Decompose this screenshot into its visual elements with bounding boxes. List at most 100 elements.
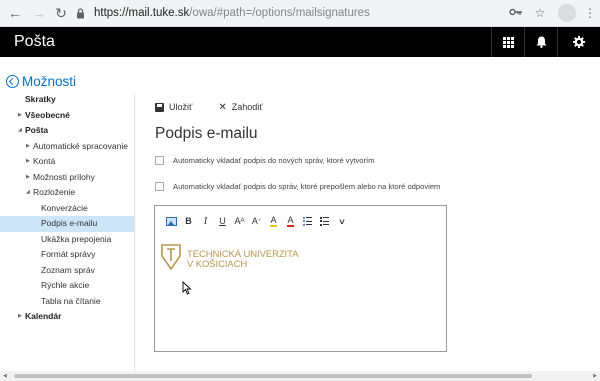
scrollbar-thumb[interactable]	[14, 374, 532, 378]
numbered-list-icon[interactable]	[316, 214, 333, 228]
options-sidebar: Skratky ▶ Všeobecné ◢ Pošta ▶ Automatické spra…	[0, 92, 134, 325]
sidebar-item-label: Zoznam správ	[41, 264, 95, 275]
signature-toolbar: Uložiť ✕ Zahodiť	[155, 100, 289, 114]
back-arrow-icon[interactable]: ←	[6, 4, 24, 22]
gear-icon[interactable]	[557, 27, 600, 57]
sidebar-item-konta[interactable]: ▶ Kontá	[0, 154, 134, 170]
app-header: Pošta	[0, 27, 600, 57]
page-title: Podpis e-mailu	[155, 125, 258, 142]
bell-icon[interactable]	[524, 27, 557, 57]
highlight-button[interactable]: A	[265, 214, 282, 228]
auto-signature-forward-option[interactable]: Automaticky vkladať podpis do správ, kto…	[155, 182, 440, 191]
save-button[interactable]: Uložiť	[155, 102, 192, 112]
save-label: Uložiť	[169, 102, 193, 112]
sidebar-item-label: Kalendár	[25, 311, 62, 321]
collapsed-caret-icon[interactable]: ▶	[26, 139, 30, 155]
sidebar-item-label: Pošta	[25, 125, 49, 135]
editor-format-toolbar: B I U AA A ⁺ A A ∨	[163, 214, 350, 228]
sidebar-item-automaticke-spracovanie[interactable]: ▶ Automatické spracovanie	[0, 139, 134, 155]
font-color-glyph: A	[287, 214, 294, 227]
lock-icon	[76, 3, 90, 23]
italic-button[interactable]: I	[197, 214, 214, 228]
mouse-cursor-icon	[182, 281, 192, 295]
highlight-glyph: A	[270, 214, 277, 227]
close-icon: ✕	[218, 101, 227, 113]
tuke-logo: TECHNICKÁ UNIVERZITA V KOŠICIACH	[161, 244, 298, 270]
address-bar[interactable]: https://mail.tuke.sk/owa/#path=/options/…	[76, 3, 482, 23]
sidebar-item-posta[interactable]: ◢ Pošta	[0, 123, 134, 139]
back-to-options-link[interactable]: Možnosti	[6, 72, 76, 90]
collapsed-caret-icon[interactable]: ▶	[26, 170, 30, 186]
sidebar-item-label: Konverzácie	[41, 202, 88, 213]
key-icon[interactable]	[508, 5, 524, 21]
sidebar-item-label: Skratky	[25, 94, 56, 104]
expanded-caret-icon[interactable]: ◢	[26, 185, 30, 201]
star-icon[interactable]: ☆	[532, 5, 548, 21]
font-color-button[interactable]: A	[282, 214, 299, 228]
sidebar-item-kalendar[interactable]: ▶ Kalendár	[0, 309, 134, 325]
menu-dots-icon[interactable]: ⋮	[582, 5, 598, 21]
sidebar-item-ukazka-prepojenia[interactable]: Ukážka prepojenia	[0, 232, 134, 248]
sidebar-item-rychle-akcie[interactable]: Rýchle akcie	[0, 278, 134, 294]
sidebar-item-label: Kontá	[33, 156, 56, 166]
sidebar-item-label: Možnosti prílohy	[33, 171, 95, 182]
expanded-caret-icon[interactable]: ◢	[18, 123, 22, 139]
sidebar-item-label: Ukážka prepojenia	[41, 233, 112, 244]
app-title[interactable]: Pošta	[14, 27, 55, 57]
sidebar-item-label: Automatické spracovanie	[33, 140, 128, 151]
sidebar-item-konverzacie[interactable]: Konverzácie	[0, 201, 134, 217]
url-text: https://mail.tuke.sk/owa/#path=/options/…	[94, 3, 370, 23]
discard-label: Zahodiť	[231, 102, 263, 112]
more-options-chevron-icon[interactable]: ∨	[333, 214, 350, 228]
sidebar-item-label: Podpis e-mailu	[41, 218, 98, 228]
auto-signature-forward-checkbox[interactable]	[155, 182, 164, 191]
bullet-list-icon[interactable]	[299, 214, 316, 228]
font-size-button[interactable]: AA	[231, 214, 248, 228]
sidebar-item-zoznam-sprav[interactable]: Zoznam správ	[0, 263, 134, 279]
sidebar-item-format-spravy[interactable]: Formát správy	[0, 247, 134, 263]
sidebar-item-podpis-e-mailu[interactable]: Podpis e-mailu	[0, 216, 134, 232]
auto-signature-new-checkbox[interactable]	[155, 156, 164, 165]
sidebar-item-label: Tabla na čítanie	[41, 295, 101, 306]
tuke-logo-text: TECHNICKÁ UNIVERZITA V KOŠICIACH	[187, 250, 298, 270]
url-host: https://mail.tuke.sk	[94, 7, 190, 19]
grow-arrow-icon: ⁺	[257, 218, 262, 225]
underline-button[interactable]: U	[214, 214, 231, 228]
back-circle-icon	[6, 74, 19, 88]
profile-avatar-icon[interactable]	[558, 4, 576, 22]
sidebar-item-label: Všeobecné	[25, 109, 70, 120]
tuke-logo-mark	[161, 244, 181, 270]
scroll-left-arrow-icon[interactable]: ◀	[3, 373, 7, 379]
sidebar-item-moznosti-prilohy[interactable]: ▶ Možnosti prílohy	[0, 170, 134, 186]
horizontal-scrollbar[interactable]: ◀ ▶	[0, 371, 600, 381]
url-path: /owa/#path=/options/mailsignatures	[189, 7, 370, 19]
signature-editor[interactable]: B I U AA A ⁺ A A ∨ TECHNICKÁ UNIVERZITA V…	[154, 205, 447, 352]
discard-button[interactable]: ✕ Zahodiť	[218, 102, 262, 113]
sidebar-item-skratky[interactable]: Skratky	[0, 92, 134, 108]
collapsed-caret-icon[interactable]: ▶	[26, 154, 30, 170]
sidebar-item-tabla-na-citanie[interactable]: Tabla na čítanie	[0, 294, 134, 310]
sidebar-divider	[134, 93, 135, 373]
save-disk-icon	[155, 102, 164, 112]
sidebar-item-label: Rýchle akcie	[41, 280, 90, 290]
sidebar-item-rozlozenie[interactable]: ◢ Rozloženie	[0, 185, 134, 201]
collapsed-caret-icon[interactable]: ▶	[18, 108, 22, 124]
sidebar-item-label: Formát správy	[41, 249, 96, 259]
grow-font-button[interactable]: A ⁺	[248, 214, 265, 228]
collapsed-caret-icon[interactable]: ▶	[18, 309, 22, 325]
app-launcher-icon[interactable]	[491, 27, 524, 57]
insert-image-icon[interactable]	[163, 214, 180, 228]
reload-icon[interactable]: ↻	[52, 4, 70, 22]
font-size-small-glyph: A	[240, 218, 245, 224]
back-link-label: Možnosti	[22, 73, 77, 89]
auto-signature-new-option[interactable]: Automaticky vkladať podpis do nových spr…	[155, 156, 375, 165]
forward-arrow-icon[interactable]: →	[30, 4, 48, 22]
sidebar-item-vseobecne[interactable]: ▶ Všeobecné	[0, 108, 134, 124]
bold-button[interactable]: B	[180, 214, 197, 228]
browser-toolbar: ← → ↻ https://mail.tuke.sk/owa/#path=/op…	[0, 0, 600, 27]
auto-signature-forward-label[interactable]: Automaticky vkladať podpis do správ, kto…	[173, 182, 440, 191]
logo-line-2: V KOŠICIACH	[187, 259, 248, 270]
auto-signature-new-label[interactable]: Automaticky vkladať podpis do nových spr…	[173, 156, 375, 165]
sidebar-item-label: Rozloženie	[33, 187, 76, 197]
scroll-right-arrow-icon[interactable]: ▶	[593, 373, 597, 379]
